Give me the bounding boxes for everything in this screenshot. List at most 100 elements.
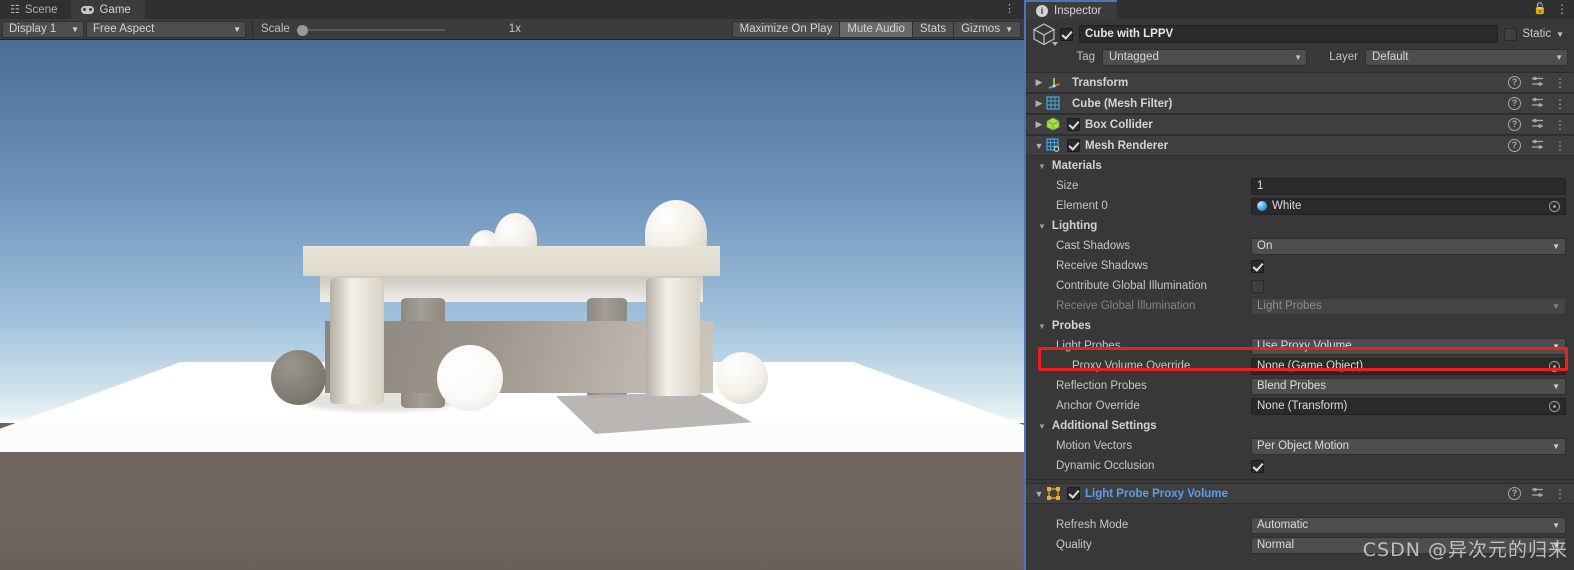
- section-lighting-label: Lighting: [1051, 220, 1098, 232]
- section-materials[interactable]: ▼ Materials: [1026, 156, 1574, 176]
- game-panel-menu-icon[interactable]: ⋮: [1004, 3, 1015, 16]
- component-actions: ? ⋮: [1508, 75, 1574, 91]
- receive-shadows-checkbox[interactable]: [1251, 259, 1264, 273]
- chevron-down-icon: ▼: [1552, 341, 1560, 351]
- object-enabled-checkbox[interactable]: [1060, 27, 1073, 41]
- display-dropdown[interactable]: Display 1 ▼: [2, 20, 84, 38]
- transform-icon: [1046, 75, 1062, 91]
- component-menu-icon[interactable]: ⋮: [1554, 98, 1566, 110]
- tab-game[interactable]: Game: [71, 0, 145, 19]
- row-materials-element0: Element 0 White: [1026, 196, 1574, 216]
- materials-size-input[interactable]: 1: [1251, 177, 1566, 195]
- foldout-expanded-icon[interactable]: ▼: [1032, 489, 1046, 499]
- foldout-collapsed-icon[interactable]: ▶: [1032, 98, 1046, 109]
- watermark-text: CSDN @异次元的归来: [1362, 539, 1568, 561]
- receive-gi-dropdown: Light Probes ▼: [1251, 297, 1566, 315]
- chevron-down-icon[interactable]: ▼: [1556, 30, 1564, 39]
- lock-icon[interactable]: 🔓: [1533, 2, 1547, 15]
- help-icon[interactable]: ?: [1508, 139, 1521, 152]
- box-collider-enabled-checkbox[interactable]: [1067, 118, 1080, 131]
- chevron-down-icon: ▼: [233, 24, 241, 34]
- light-probes-dropdown[interactable]: Use Proxy Volume ▼: [1251, 337, 1566, 355]
- motion-vectors-value: Per Object Motion: [1257, 440, 1350, 452]
- light-probes-label: Light Probes: [1056, 340, 1121, 352]
- section-additional-settings[interactable]: ▼ Additional Settings: [1026, 416, 1574, 436]
- preset-icon[interactable]: [1531, 138, 1544, 154]
- game-viewport[interactable]: [0, 40, 1024, 570]
- inspector-menu-icon[interactable]: ⋮: [1556, 3, 1568, 15]
- materials-element0-label: Element 0: [1056, 200, 1108, 212]
- foldout-expanded-icon[interactable]: ▼: [1038, 422, 1046, 431]
- stats-button[interactable]: Stats: [912, 20, 955, 38]
- foldout-collapsed-icon[interactable]: ▶: [1032, 119, 1046, 130]
- component-header-transform[interactable]: ▶ Transform ? ⋮: [1026, 72, 1574, 93]
- object-picker-icon[interactable]: [1549, 200, 1560, 212]
- preset-icon[interactable]: [1531, 75, 1544, 91]
- static-checkbox[interactable]: [1504, 27, 1518, 41]
- foldout-expanded-icon[interactable]: ▼: [1038, 162, 1046, 171]
- component-title-mesh-renderer: Mesh Renderer: [1085, 139, 1169, 152]
- contribute-gi-label: Contribute Global Illumination: [1056, 280, 1207, 292]
- help-icon[interactable]: ?: [1508, 118, 1521, 131]
- tab-inspector[interactable]: i Inspector: [1026, 0, 1118, 19]
- object-picker-icon[interactable]: [1549, 400, 1560, 412]
- anchor-override-objectfield[interactable]: None (Transform): [1251, 397, 1566, 415]
- foldout-expanded-icon[interactable]: ▼: [1038, 222, 1046, 231]
- component-header-lppv[interactable]: ▼ Light Probe Proxy Volume ? ⋮: [1026, 483, 1574, 504]
- front-pillar-left: [330, 278, 384, 404]
- component-menu-icon[interactable]: ⋮: [1554, 140, 1566, 152]
- unity-editor-window: ☷ Scene Game ⋮ Display 1 ▼ Free Aspect ▼…: [0, 0, 1574, 570]
- motion-vectors-dropdown[interactable]: Per Object Motion ▼: [1251, 437, 1566, 455]
- section-lighting[interactable]: ▼ Lighting: [1026, 216, 1574, 236]
- proxy-volume-override-objectfield[interactable]: None (Game Object): [1251, 357, 1566, 375]
- tab-inspector-label: Inspector: [1054, 4, 1102, 17]
- front-pillar-right: [646, 278, 700, 396]
- materials-element0-objectfield[interactable]: White: [1251, 197, 1566, 215]
- layer-value: Default: [1372, 51, 1409, 63]
- game-tabbar: ☷ Scene Game ⋮: [0, 0, 1024, 19]
- light-probes-value: Use Proxy Volume: [1257, 340, 1352, 352]
- scale-slider-track: [296, 28, 445, 31]
- refresh-mode-dropdown[interactable]: Automatic ▼: [1251, 516, 1566, 534]
- mute-audio-button[interactable]: Mute Audio: [840, 20, 913, 38]
- component-header-box-collider[interactable]: ▶ Box Collider ? ⋮: [1026, 114, 1574, 135]
- maximize-on-play-button[interactable]: Maximize On Play: [731, 20, 841, 38]
- aspect-dropdown[interactable]: Free Aspect ▼: [86, 20, 246, 38]
- object-picker-icon[interactable]: [1549, 360, 1560, 372]
- scale-slider-knob[interactable]: [296, 24, 308, 36]
- tag-dropdown[interactable]: Untagged ▼: [1102, 48, 1307, 66]
- gizmos-button[interactable]: Gizmos ▼: [954, 20, 1021, 38]
- tab-scene[interactable]: ☷ Scene: [0, 0, 72, 19]
- component-header-mesh-renderer[interactable]: ▼ Mesh Renderer ? ⋮: [1026, 135, 1574, 156]
- layer-dropdown[interactable]: Default ▼: [1365, 48, 1568, 66]
- component-title-lppv: Light Probe Proxy Volume: [1085, 487, 1228, 500]
- help-icon[interactable]: ?: [1508, 76, 1521, 89]
- cast-shadows-dropdown[interactable]: On ▼: [1251, 237, 1566, 255]
- component-menu-icon[interactable]: ⋮: [1554, 77, 1566, 89]
- help-icon[interactable]: ?: [1508, 487, 1521, 500]
- foldout-expanded-icon[interactable]: ▼: [1038, 322, 1046, 331]
- refresh-mode-value-wrap: Automatic ▼: [1251, 516, 1566, 534]
- dynamic-occlusion-checkbox[interactable]: [1251, 459, 1264, 473]
- component-menu-icon[interactable]: ⋮: [1554, 488, 1566, 500]
- contribute-gi-checkbox[interactable]: [1251, 279, 1264, 293]
- row-materials-size: Size 1: [1026, 176, 1574, 196]
- reflection-probes-dropdown[interactable]: Blend Probes ▼: [1251, 377, 1566, 395]
- preset-icon[interactable]: [1531, 486, 1544, 502]
- anchor-override-label: Anchor Override: [1056, 400, 1140, 412]
- lppv-enabled-checkbox[interactable]: [1067, 487, 1080, 500]
- component-menu-icon[interactable]: ⋮: [1554, 119, 1566, 131]
- foldout-expanded-icon[interactable]: ▼: [1032, 141, 1046, 151]
- component-header-mesh-filter[interactable]: ▶ Cube (Mesh Filter) ? ⋮: [1026, 93, 1574, 114]
- scale-slider[interactable]: [296, 21, 445, 38]
- slab-top-cube: [303, 246, 720, 276]
- mesh-renderer-enabled-checkbox[interactable]: [1067, 139, 1080, 152]
- preset-icon[interactable]: [1531, 96, 1544, 112]
- foldout-collapsed-icon[interactable]: ▶: [1032, 77, 1046, 88]
- preset-icon[interactable]: [1531, 117, 1544, 133]
- help-icon[interactable]: ?: [1508, 97, 1521, 110]
- object-name-input[interactable]: Cube with LPPV: [1079, 25, 1499, 43]
- inspector-tabbar: i Inspector 🔓 ⋮: [1026, 0, 1574, 19]
- row-proxy-volume-override: Proxy Volume Override None (Game Object): [1026, 356, 1574, 376]
- section-probes[interactable]: ▼ Probes: [1026, 316, 1574, 336]
